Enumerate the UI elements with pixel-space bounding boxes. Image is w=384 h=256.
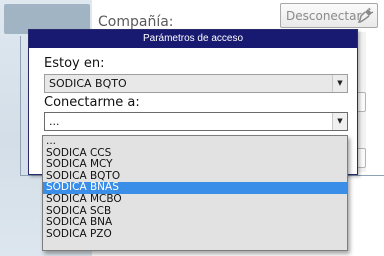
disconnect-label: Desconectar (286, 8, 362, 23)
chevron-down-icon[interactable]: ▼ (332, 75, 347, 92)
chevron-down-icon[interactable]: ▼ (332, 113, 347, 130)
dialog-title: Parámetros de acceso (29, 30, 357, 48)
estoy-en-select[interactable]: SODICA BQTO ▼ (44, 74, 348, 93)
dropdown-option[interactable]: SODICA MCBO (43, 193, 347, 206)
dropdown-option[interactable]: SODICA PZO (43, 228, 347, 241)
dropdown-option[interactable]: ... (43, 135, 347, 148)
conectarme-a-value: ... (49, 115, 60, 128)
plug-icon (357, 7, 374, 23)
estoy-en-value: SODICA BQTO (49, 77, 127, 90)
company-label: Compañía: (98, 14, 174, 30)
background-window-border (20, 36, 21, 176)
dropdown-option[interactable]: SODICA BNA (43, 217, 347, 229)
conectarme-a-select[interactable]: ... ▼ (44, 112, 348, 131)
estoy-en-label: Estoy en: (44, 56, 105, 71)
disconnect-button[interactable]: Desconectar (280, 3, 378, 28)
conectarme-a-dropdown-list[interactable]: ... SODICA CCS SODICA MCY SODICA BQTO SO… (42, 135, 348, 251)
conectarme-a-label: Conectarme a: (44, 95, 140, 110)
